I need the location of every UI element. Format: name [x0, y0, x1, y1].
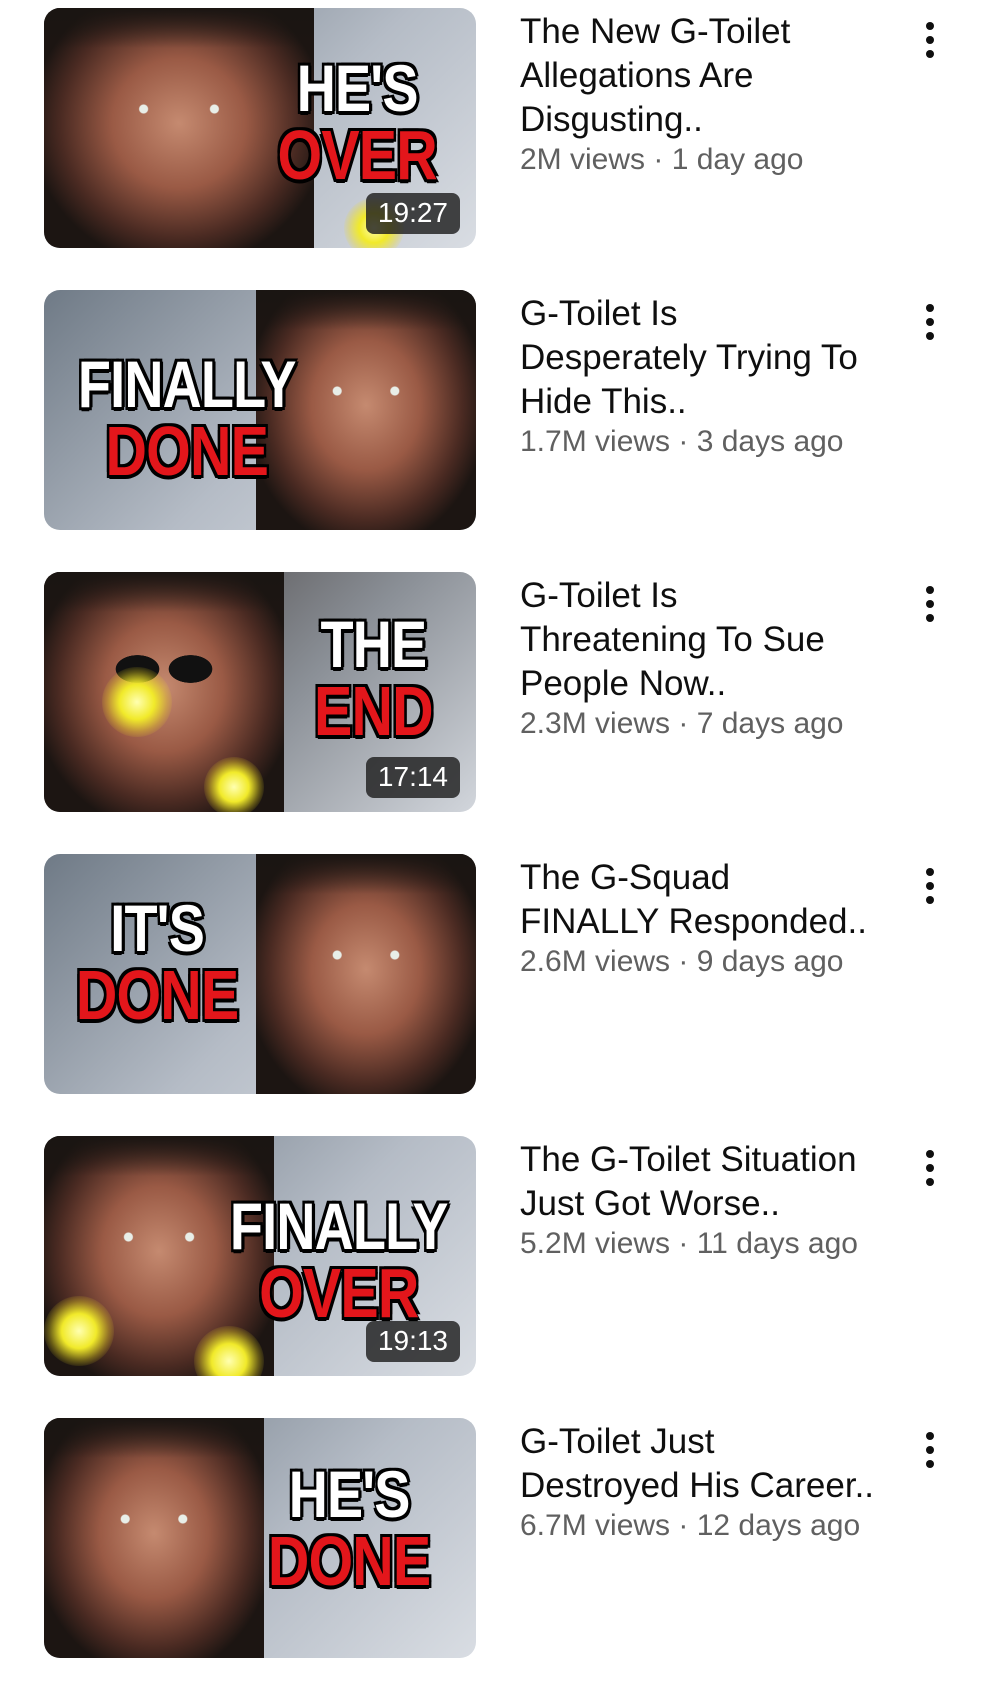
- thumbnail-caption: FINALLY OVER: [230, 1189, 449, 1332]
- video-list-item[interactable]: HE'S OVER 19:27 The New G-Toilet Allegat…: [0, 8, 993, 290]
- video-thumbnail[interactable]: HE'S DONE: [44, 1418, 476, 1658]
- video-thumbnail[interactable]: FINALLY OVER 19:13: [44, 1136, 476, 1376]
- duration-badge: 17:14: [365, 757, 460, 798]
- more-vert-icon[interactable]: [916, 864, 944, 908]
- video-thumbnail[interactable]: FINALLY DONE: [44, 290, 476, 530]
- video-meta[interactable]: G-Toilet Is Desperately Trying To Hide T…: [520, 292, 900, 462]
- upload-age: 3 days ago: [696, 425, 844, 458]
- upload-age: 11 days ago: [696, 1227, 858, 1260]
- more-vert-icon[interactable]: [916, 1146, 944, 1190]
- video-title[interactable]: The New G-Toilet Allegations Are Disgust…: [520, 10, 900, 142]
- view-count: 6.7M views: [520, 1509, 671, 1542]
- more-vert-icon[interactable]: [916, 300, 944, 344]
- duration-badge: 19:13: [365, 1321, 460, 1362]
- upload-age: 9 days ago: [696, 945, 844, 978]
- more-vert-icon[interactable]: [916, 582, 944, 626]
- thumbnail-caption: HE'S DONE: [267, 1457, 431, 1600]
- upload-age: 1 day ago: [671, 143, 804, 176]
- upload-age: 12 days ago: [696, 1509, 861, 1542]
- video-title[interactable]: G-Toilet Is Threatening To Sue People No…: [520, 574, 900, 706]
- thumbnail-glow: [204, 757, 264, 812]
- video-meta[interactable]: The New G-Toilet Allegations Are Disgust…: [520, 10, 900, 180]
- duration-badge: 19:27: [365, 193, 460, 234]
- video-title[interactable]: G-Toilet Is Desperately Trying To Hide T…: [520, 292, 900, 424]
- more-vert-icon[interactable]: [916, 18, 944, 62]
- video-title[interactable]: G-Toilet Just Destroyed His Career..: [520, 1420, 900, 1508]
- view-count: 2.3M views: [520, 707, 671, 740]
- thumbnail-glow: [44, 1296, 114, 1366]
- video-thumbnail[interactable]: IT'S DONE: [44, 854, 476, 1094]
- video-title[interactable]: The G-Squad FINALLY Responded..: [520, 856, 900, 944]
- video-list-item[interactable]: FINALLY DONE G-Toilet Is Desperately Try…: [0, 290, 993, 572]
- separator: ·: [670, 945, 697, 978]
- more-vert-icon[interactable]: [916, 1428, 944, 1472]
- video-meta[interactable]: The G-Squad FINALLY Responded.. 2.6M vie…: [520, 856, 900, 982]
- separator: ·: [645, 143, 672, 176]
- video-meta[interactable]: The G-Toilet Situation Just Got Worse.. …: [520, 1138, 900, 1264]
- thumbnail-caption: FINALLY DONE: [77, 347, 297, 490]
- view-count: 5.2M views: [520, 1227, 671, 1260]
- video-list-item[interactable]: THE END 17:14 G-Toilet Is Threatening To…: [0, 572, 993, 854]
- thumbnail-caption: IT'S DONE: [75, 891, 239, 1034]
- view-count: 2.6M views: [520, 945, 671, 978]
- video-list-item[interactable]: HE'S DONE G-Toilet Just Destroyed His Ca…: [0, 1418, 993, 1700]
- video-stats: 6.7M views · 12 days ago: [520, 1506, 900, 1546]
- separator: ·: [670, 707, 697, 740]
- upload-age: 7 days ago: [696, 707, 844, 740]
- video-meta[interactable]: G-Toilet Just Destroyed His Career.. 6.7…: [520, 1420, 900, 1546]
- video-stats: 5.2M views · 11 days ago: [520, 1224, 900, 1264]
- separator: ·: [670, 425, 697, 458]
- video-list-item[interactable]: IT'S DONE The G-Squad FINALLY Responded.…: [0, 854, 993, 1136]
- video-stats: 2.6M views · 9 days ago: [520, 942, 900, 982]
- view-count: 2M views: [520, 143, 646, 176]
- thumbnail-face-image: [44, 8, 314, 248]
- video-thumbnail[interactable]: THE END 17:14: [44, 572, 476, 812]
- thumbnail-glow: [102, 667, 172, 737]
- separator: ·: [670, 1227, 697, 1260]
- view-count: 1.7M views: [520, 425, 671, 458]
- video-meta[interactable]: G-Toilet Is Threatening To Sue People No…: [520, 574, 900, 744]
- video-thumbnail[interactable]: HE'S OVER 19:27: [44, 8, 476, 248]
- thumbnail-caption: HE'S OVER: [277, 51, 437, 194]
- video-stats: 1.7M views · 3 days ago: [520, 422, 900, 462]
- video-title[interactable]: The G-Toilet Situation Just Got Worse..: [520, 1138, 900, 1226]
- thumbnail-face-image: [256, 854, 476, 1094]
- thumbnail-caption: THE END: [314, 607, 434, 750]
- thumbnail-face-image: [44, 1418, 264, 1658]
- video-stats: 2M views · 1 day ago: [520, 140, 900, 180]
- video-stats: 2.3M views · 7 days ago: [520, 704, 900, 744]
- video-list-item[interactable]: FINALLY OVER 19:13 The G-Toilet Situatio…: [0, 1136, 993, 1418]
- separator: ·: [670, 1509, 697, 1542]
